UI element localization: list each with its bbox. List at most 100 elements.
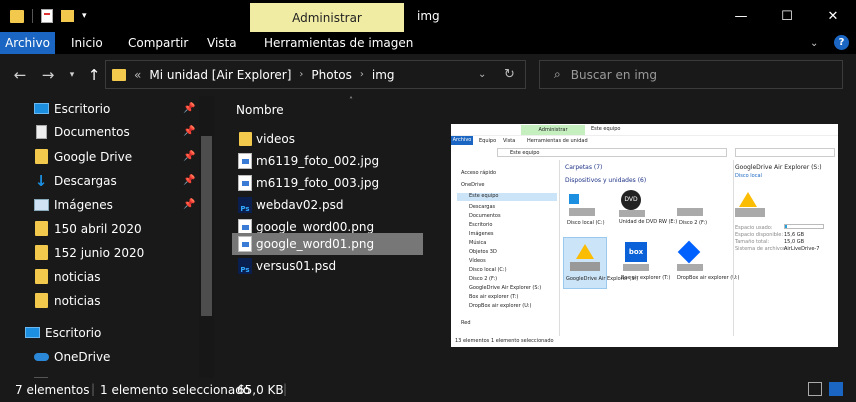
nav-label: Documentos xyxy=(54,124,130,139)
search-box[interactable]: ⌕ Buscar en img xyxy=(539,60,843,89)
box-icon: box xyxy=(625,242,647,262)
file-name: m6119_foto_002.jpg xyxy=(256,154,380,168)
recent-locations-icon[interactable]: ▾ xyxy=(66,66,78,84)
chevron-right-icon[interactable]: › xyxy=(299,69,303,80)
file-name: versus01.psd xyxy=(256,259,337,273)
download-icon: ↓ xyxy=(34,171,48,190)
nav-label: OneDrive xyxy=(54,349,111,364)
breadcrumb-item[interactable]: img xyxy=(372,68,395,82)
nav-item-descargas[interactable]: ↓ Descargas 📌 xyxy=(0,169,200,192)
nav-item-partial[interactable] xyxy=(0,369,200,378)
preview-drive-e: DVD Unidad de DVD RW (E:) xyxy=(615,188,677,226)
preview-divider xyxy=(733,160,734,336)
pin-icon[interactable]: 📌 xyxy=(183,199,195,210)
preview-section: Dispositivos y unidades (6) xyxy=(565,177,647,184)
nav-item-noticias[interactable]: noticias xyxy=(0,265,200,288)
file-row-versus01[interactable]: Ps versus01.psd xyxy=(232,255,423,277)
minimize-button[interactable]: — xyxy=(718,0,764,32)
nav-item-imagenes[interactable]: Imágenes 📌 xyxy=(0,193,200,216)
preview-nav-item: Box air explorer (T:) xyxy=(469,294,519,300)
context-tab-administrar[interactable]: Administrar xyxy=(250,3,404,32)
nav-item-onedrive[interactable]: OneDrive xyxy=(0,345,200,368)
customize-qa-icon[interactable]: ▾ xyxy=(82,11,87,21)
image-file-icon xyxy=(238,236,252,252)
breadcrumb-item[interactable]: Photos xyxy=(311,68,351,82)
pin-icon[interactable]: 📌 xyxy=(183,103,195,114)
address-dropdown-icon[interactable]: ⌄ xyxy=(478,69,486,80)
close-button[interactable]: ✕ xyxy=(810,0,856,32)
refresh-icon[interactable]: ↻ xyxy=(504,67,515,82)
scrollbar-thumb[interactable] xyxy=(201,136,212,316)
column-header-nombre[interactable]: Nombre xyxy=(236,103,284,117)
preview-nav-item: Imágenes xyxy=(469,231,494,237)
pin-icon[interactable]: 📌 xyxy=(183,126,195,137)
separator xyxy=(32,9,33,23)
file-row-videos[interactable]: videos xyxy=(232,128,423,150)
file-row-m6119-foto-003[interactable]: m6119_foto_003.jpg xyxy=(232,172,423,194)
folder-icon xyxy=(112,68,126,81)
back-arrow-icon[interactable]: ← xyxy=(12,66,28,84)
drive-icon xyxy=(570,262,600,271)
forward-arrow-icon[interactable]: → xyxy=(40,66,56,84)
ribbon-tabs: Archivo Inicio Compartir Vista Herramien… xyxy=(0,32,856,54)
preview-search xyxy=(735,148,835,157)
breadcrumb-item[interactable]: Mi unidad [Air Explorer] xyxy=(149,68,291,82)
details-type: Disco local xyxy=(735,173,762,179)
details-name: GoogleDrive Air Explorer (S:) xyxy=(735,164,822,171)
chevron-right-icon[interactable]: › xyxy=(360,69,364,80)
tab-vista[interactable]: Vista xyxy=(207,32,237,54)
nav-label: Descargas xyxy=(54,173,117,188)
tab-inicio[interactable]: Inicio xyxy=(71,32,103,54)
file-row-google-word01[interactable]: google_word01.png xyxy=(232,233,423,255)
preview-nav-item: Disco 2 (F:) xyxy=(469,276,498,282)
nav-item-152-junio-2020[interactable]: 152 junio 2020 xyxy=(0,241,200,264)
folder-icon xyxy=(239,132,252,146)
help-icon[interactable]: ? xyxy=(834,35,849,50)
tab-archivo[interactable]: Archivo xyxy=(0,32,55,54)
nav-item-google-drive[interactable]: Google Drive 📌 xyxy=(0,145,200,168)
nav-label: Escritorio xyxy=(45,325,102,340)
details-value: 15,0 GB xyxy=(784,239,805,245)
tab-herramientas-de-imagen[interactable]: Herramientas de imagen xyxy=(264,32,413,54)
nav-item-escritorio[interactable]: Escritorio 📌 xyxy=(0,97,200,120)
drive-label: Unidad de DVD RW (E:) xyxy=(619,219,678,225)
preview-section: Carpetas (7) xyxy=(565,164,603,171)
pin-icon[interactable]: 📌 xyxy=(183,151,195,162)
nav-label: Google Drive xyxy=(54,149,133,164)
tab-compartir[interactable]: Compartir xyxy=(128,32,188,54)
nav-label: noticias xyxy=(54,269,101,284)
preview-title-bar xyxy=(451,124,838,136)
status-bar: 7 elementos | 1 elemento seleccionado 65… xyxy=(0,378,856,402)
search-input[interactable]: Buscar en img xyxy=(571,68,657,82)
address-bar[interactable]: « Mi unidad [Air Explorer] › Photos › im… xyxy=(105,60,526,89)
details-view-icon[interactable] xyxy=(808,382,822,396)
preview-nav-item: Descargas xyxy=(469,204,496,210)
nav-item-noticias[interactable]: noticias xyxy=(0,289,200,312)
large-icons-view-icon[interactable] xyxy=(829,382,843,396)
dvd-icon: DVD xyxy=(621,190,641,210)
nav-scrollbar[interactable] xyxy=(199,96,214,378)
preview-nav-item: Música xyxy=(469,240,487,246)
file-name: m6119_foto_003.jpg xyxy=(256,176,380,190)
breadcrumb-overflow[interactable]: « xyxy=(134,68,141,82)
preview-tab: Vista xyxy=(503,138,516,144)
file-row-m6119-foto-002[interactable]: m6119_foto_002.jpg xyxy=(232,150,423,172)
preview-nav: Acceso rápido OneDrive Este equipo Desca… xyxy=(451,160,559,340)
details-label: Espacio usado: xyxy=(735,225,773,231)
expand-ribbon-icon[interactable]: ⌄ xyxy=(810,32,818,54)
file-row-webdav02[interactable]: Ps webdav02.psd xyxy=(232,194,423,216)
maximize-button[interactable]: ☐ xyxy=(764,0,810,32)
cloud-icon xyxy=(33,350,49,364)
details-value: AirLiveDrive-7 xyxy=(784,246,820,252)
sort-up-icon: ˄ xyxy=(349,96,353,105)
up-arrow-icon[interactable]: ↑ xyxy=(86,66,102,84)
nav-item-escritorio-root[interactable]: Escritorio xyxy=(0,321,200,344)
folder-icon[interactable] xyxy=(10,9,24,23)
pin-icon[interactable]: 📌 xyxy=(183,175,195,186)
preview-nav-item: Vídeos xyxy=(469,258,486,264)
nav-item-150-abril-2020[interactable]: 150 abril 2020 xyxy=(0,217,200,240)
properties-icon[interactable] xyxy=(41,9,53,23)
nav-item-documentos[interactable]: Documentos 📌 xyxy=(0,120,200,143)
new-folder-icon[interactable] xyxy=(61,10,74,22)
nav-label: Imágenes xyxy=(54,197,113,212)
